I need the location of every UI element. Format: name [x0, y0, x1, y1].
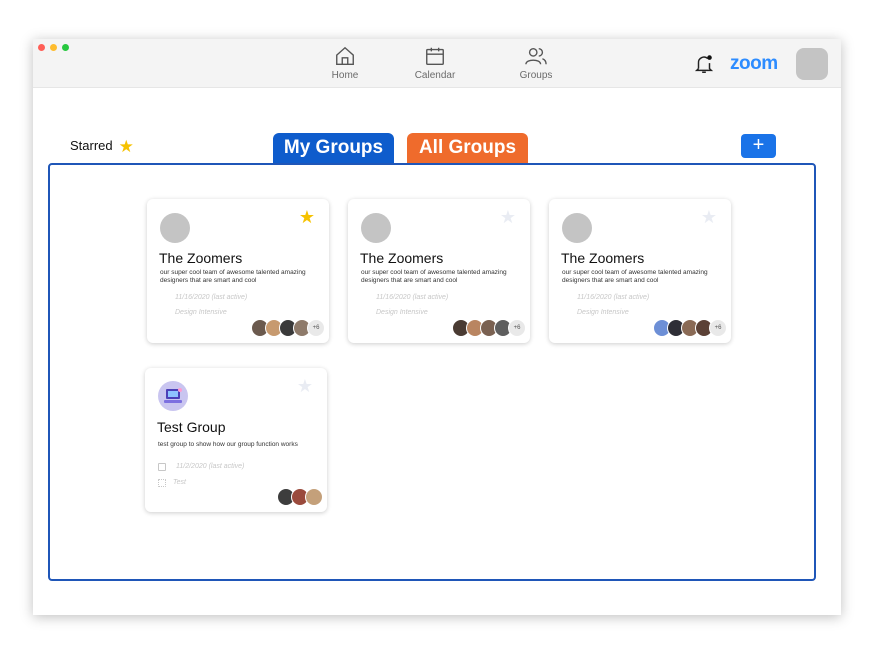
- zoom-logo: zoom: [730, 53, 778, 74]
- tab-all-groups[interactable]: All Groups: [407, 133, 528, 163]
- group-name: Test Group: [157, 419, 226, 435]
- member-avatars: +6: [251, 319, 325, 337]
- home-icon: [336, 46, 354, 65]
- close-window-button[interactable]: [38, 44, 45, 51]
- group-avatar: [160, 213, 190, 243]
- nav-calendar[interactable]: Calendar: [400, 45, 470, 81]
- user-avatar[interactable]: [796, 48, 828, 80]
- calendar-check-icon: [158, 463, 166, 471]
- groups-panel: ★ The Zoomers our super cool team of awe…: [48, 163, 816, 581]
- member-avatars: +6: [653, 319, 727, 337]
- groups-icon: [525, 47, 547, 65]
- group-avatar: [361, 213, 391, 243]
- group-card[interactable]: ★ The Zoomers our super cool team of awe…: [348, 199, 530, 343]
- more-members-count: +6: [307, 319, 325, 337]
- star-icon: ★: [118, 137, 134, 156]
- tab-my-groups[interactable]: My Groups: [273, 133, 394, 163]
- title-bar: Home Calendar Groups zoom: [33, 39, 841, 88]
- more-members-count: +6: [508, 319, 526, 337]
- group-tag: Test: [173, 479, 186, 486]
- last-active-date: 11/2/2020 (last active): [176, 463, 245, 470]
- star-icon[interactable]: ★: [500, 207, 516, 228]
- group-avatar: [562, 213, 592, 243]
- group-description: test group to show how our group functio…: [158, 441, 298, 448]
- nav-groups-label: Groups: [519, 70, 553, 81]
- nav-groups[interactable]: Groups: [501, 45, 571, 81]
- notification-bell-icon[interactable]: [693, 53, 715, 75]
- nav-home-label: Home: [331, 70, 359, 81]
- group-name: The Zoomers: [159, 250, 243, 266]
- star-icon[interactable]: ★: [299, 207, 315, 228]
- group-card[interactable]: ★ The Zoomers our super cool team of awe…: [147, 199, 329, 343]
- group-description: our super cool team of awesome talented …: [160, 269, 306, 284]
- starred-filter[interactable]: Starred ★: [70, 137, 134, 157]
- app-window: Home Calendar Groups zoom Starred ★ My Gr…: [33, 39, 841, 615]
- group-tag: Design Intensive: [175, 309, 227, 316]
- group-name: The Zoomers: [561, 250, 645, 266]
- calendar-icon: [426, 47, 444, 65]
- nav-home[interactable]: Home: [310, 45, 380, 81]
- last-active-date: 11/16/2020 (last active): [175, 294, 248, 301]
- member-avatar: [305, 488, 323, 506]
- group-illustration-icon: [158, 381, 188, 411]
- group-description: our super cool team of awesome talented …: [361, 269, 507, 284]
- add-group-button[interactable]: +: [741, 134, 776, 158]
- member-avatars: +6: [452, 319, 526, 337]
- star-icon[interactable]: ★: [701, 207, 717, 228]
- last-active-date: 11/16/2020 (last active): [577, 294, 650, 301]
- category-grid-icon: [158, 479, 166, 487]
- last-active-date: 11/16/2020 (last active): [376, 294, 449, 301]
- member-avatars: [277, 488, 323, 506]
- group-card[interactable]: ★ The Zoomers our super cool team of awe…: [549, 199, 731, 343]
- maximize-window-button[interactable]: [62, 44, 69, 51]
- more-members-count: +6: [709, 319, 727, 337]
- group-name: The Zoomers: [360, 250, 444, 266]
- starred-label: Starred: [70, 138, 113, 153]
- minimize-window-button[interactable]: [50, 44, 57, 51]
- group-tag: Design Intensive: [376, 309, 428, 316]
- group-tag: Design Intensive: [577, 309, 629, 316]
- group-description: our super cool team of awesome talented …: [562, 269, 708, 284]
- star-icon[interactable]: ★: [297, 376, 313, 397]
- nav-calendar-label: Calendar: [414, 70, 456, 81]
- group-card[interactable]: ★ Test Group test group to show how our …: [145, 368, 327, 512]
